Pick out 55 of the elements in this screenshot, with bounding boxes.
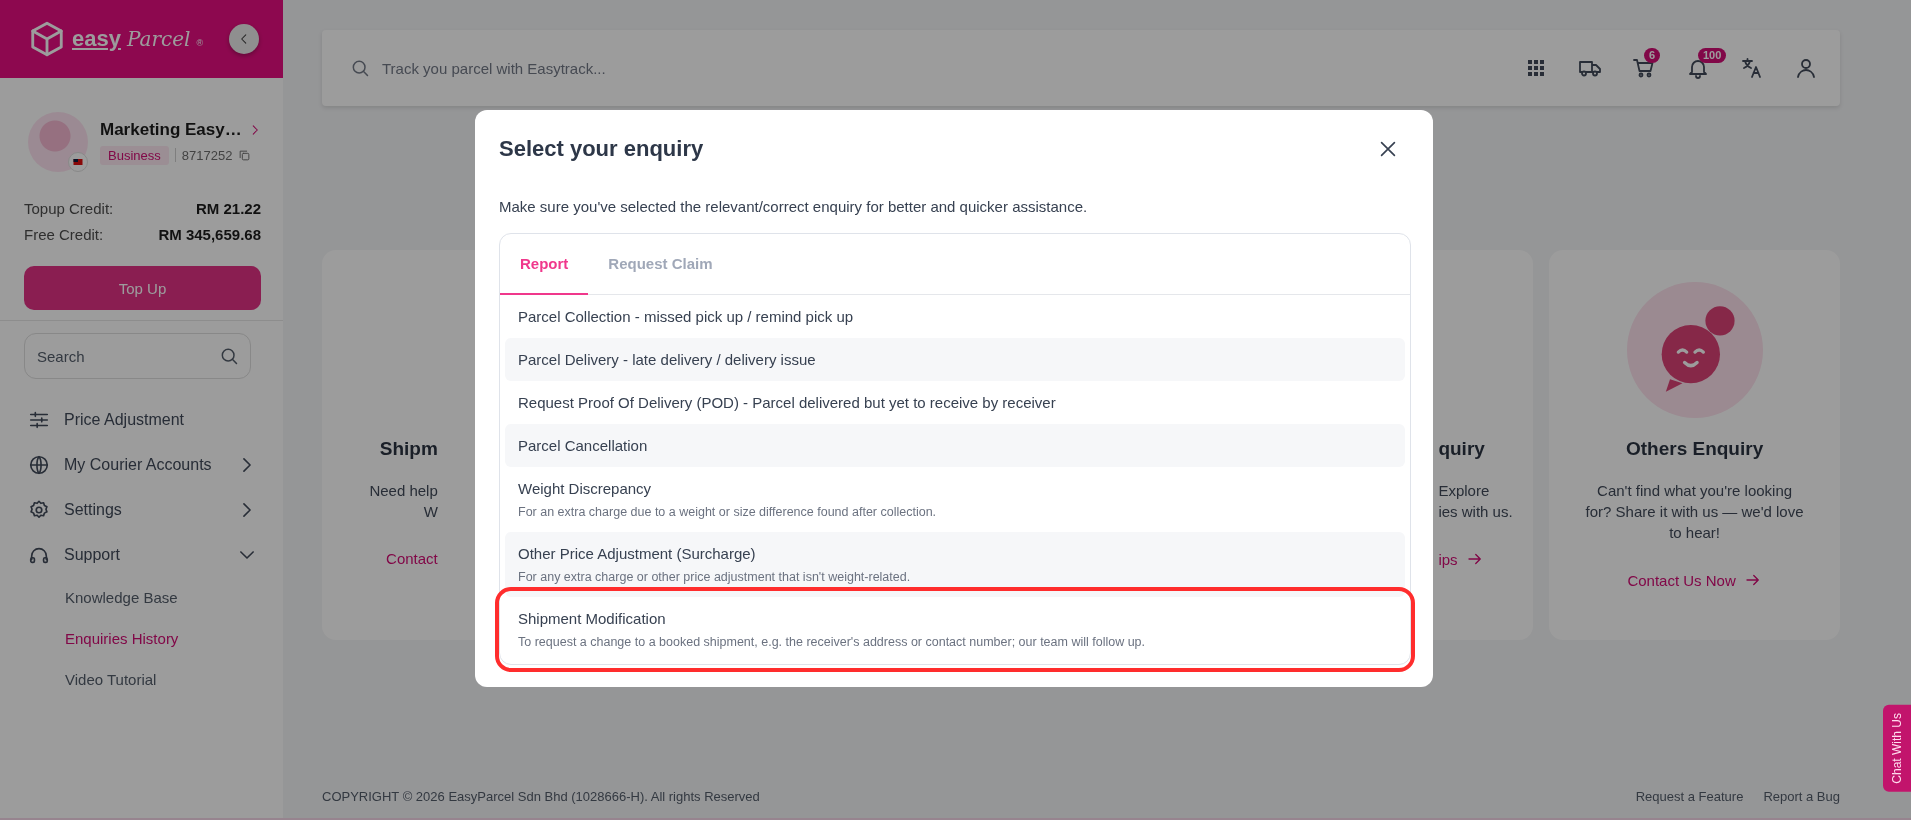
enquiry-option[interactable]: Parcel Cancellation [505, 424, 1405, 467]
dialog-title: Select your enquiry [499, 136, 704, 162]
easyparcel-logo: easy Parcel ® [28, 20, 204, 58]
account-name[interactable]: Marketing Easy… [100, 119, 242, 140]
flag-icon [72, 156, 84, 168]
submenu-item[interactable]: Enquiries History [0, 618, 283, 659]
search-field[interactable]: Search [24, 333, 251, 379]
card-link[interactable]: ips [1438, 550, 1458, 568]
enquiry-option[interactable]: Parcel Collection - missed pick up / remind pick up [505, 295, 1405, 338]
card-title: Shipm [379, 438, 438, 460]
box-logo-icon [28, 20, 66, 58]
globe-icon [28, 453, 50, 476]
card-text: Need help [369, 481, 438, 501]
card-text: for? Share it with us — we'd love [1585, 502, 1804, 522]
enquiry-option[interactable]: Request Proof Of Delivery (POD) - Parcel delivered but yet to receive by receiver [505, 381, 1405, 424]
card-title: Others Enquiry [1625, 438, 1764, 460]
nav-item[interactable]: Support [0, 532, 283, 577]
submenu-item[interactable]: Knowledge Base [0, 577, 283, 618]
enquiry-option[interactable]: Parcel Delivery - late delivery / delivery issue [505, 338, 1405, 381]
enquiry-option[interactable]: Other Price Adjustment (Surcharge) For any extra charge or other price adjustment that isn't weight-related. [505, 532, 1405, 597]
nav-item[interactable]: Settings [0, 487, 283, 532]
enquiry-option[interactable]: Weight Discrepancy For an extra charge due to a weight or size difference found after collection. [505, 467, 1405, 532]
settings-icon [28, 498, 50, 521]
account-id: 8717252 [181, 147, 233, 163]
submenu-item[interactable]: Video Tutorial [0, 659, 283, 700]
chat-with-us-tab[interactable]: Chat With Us [1883, 705, 1911, 792]
card-link[interactable]: Contact [386, 550, 438, 567]
credit-label: Free Credit: [24, 225, 104, 245]
count-badge: 100 [1698, 48, 1727, 63]
card-text: ies with us. [1438, 502, 1513, 522]
credit-label: Topup Credit: [24, 199, 114, 219]
card-text: W [423, 502, 438, 522]
card-text: to hear! [1669, 523, 1720, 543]
dialog-description: Make sure you've selected the relevant/correct enquiry for better and quicker assistance. [499, 198, 1089, 215]
account-type-badge: Business [100, 145, 169, 165]
copyright-text: COPYRIGHT © 2026 EasyParcel Sdn Bhd (1028666-H). All rights Reserved [322, 788, 761, 804]
footer-link[interactable]: Report a Bug [1763, 788, 1840, 804]
footer-link[interactable]: Request a Feature [1635, 788, 1744, 804]
card-link[interactable]: Contact Us Now [1627, 571, 1736, 589]
nav-item[interactable]: My Courier Accounts [0, 442, 283, 487]
nav-item[interactable]: Price Adjustment [0, 397, 283, 442]
user-icon[interactable] [1794, 56, 1818, 80]
search-icon [350, 58, 370, 78]
translate-icon[interactable] [1740, 56, 1764, 80]
copy-icon[interactable] [238, 148, 252, 162]
count-badge: 6 [1644, 48, 1661, 63]
search-icon [219, 346, 239, 366]
credit-amount: RM 345,659.68 [158, 225, 261, 245]
card-text: Can't find what you're looking [1597, 481, 1793, 501]
tab[interactable]: Report [500, 234, 589, 295]
card-title: quiry [1438, 438, 1485, 460]
top-up-button[interactable]: Top Up [24, 266, 261, 310]
credit-amount: RM 21.22 [195, 199, 261, 219]
collapse-sidebar-button[interactable] [229, 24, 259, 54]
card-text: Explore [1438, 481, 1490, 501]
